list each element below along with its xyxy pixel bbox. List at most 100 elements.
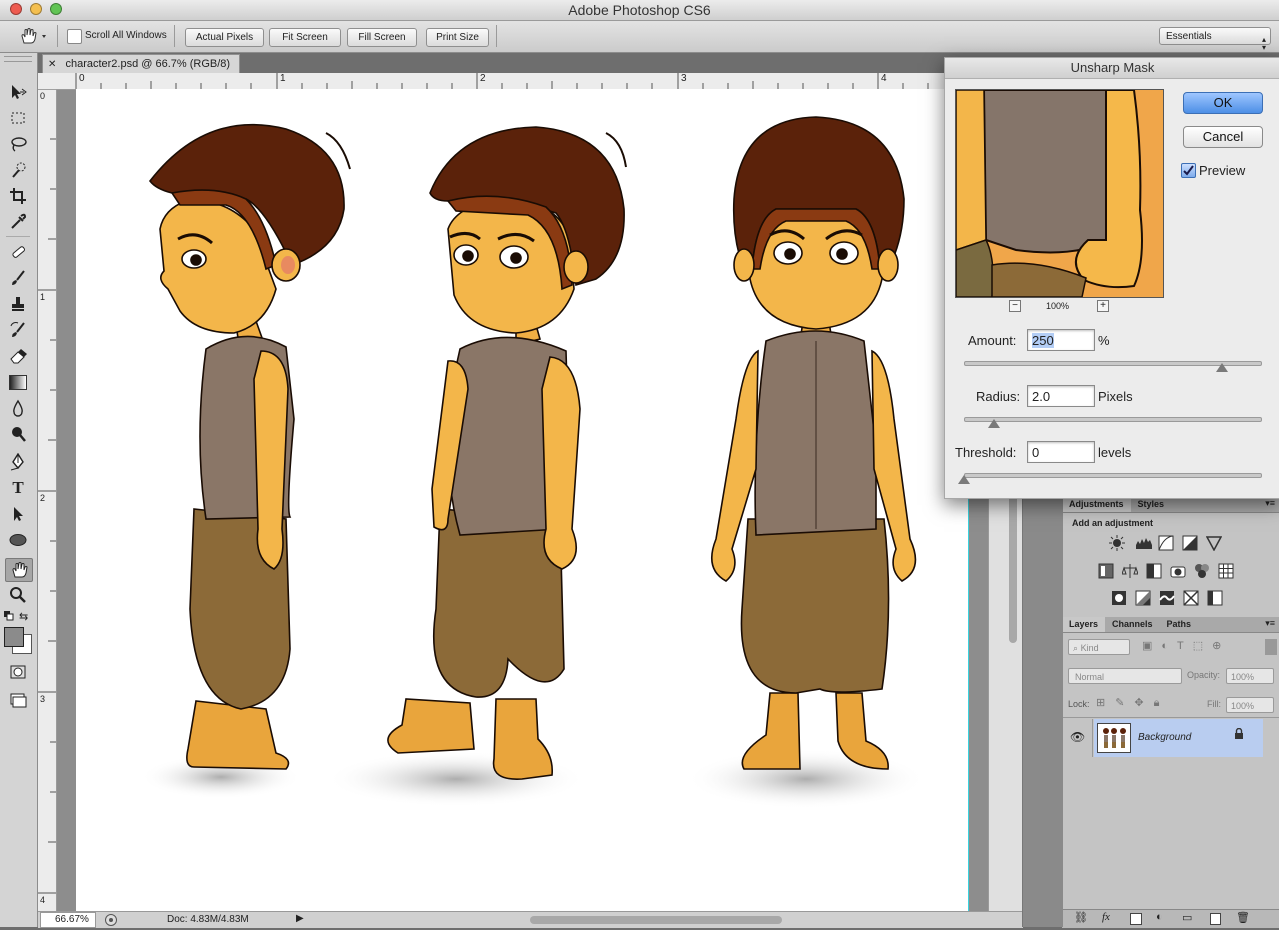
type-tool-icon[interactable]: T [5, 477, 31, 499]
radius-slider-track[interactable] [964, 417, 1262, 422]
amount-slider-thumb[interactable] [1215, 363, 1228, 372]
color-lookup-icon[interactable] [1218, 563, 1234, 579]
layer-row[interactable]: 👁︎ Background [1062, 719, 1279, 757]
threshold-slider-track[interactable] [964, 473, 1262, 478]
cancel-button[interactable]: Cancel [1183, 126, 1263, 148]
ellipse-tool-icon[interactable] [5, 529, 31, 551]
hand-tool-preset-icon[interactable] [18, 27, 48, 45]
blur-tool-icon[interactable] [5, 397, 31, 419]
workspace-select[interactable]: Essentials ▴ ▾ [1159, 27, 1271, 52]
hand-tool-icon[interactable] [5, 558, 33, 582]
levels-icon[interactable] [1135, 535, 1153, 551]
zoom-out-icon[interactable]: − [1009, 300, 1021, 312]
checkmark-icon [1183, 165, 1194, 176]
tab-adjustments[interactable]: Adjustments [1062, 497, 1131, 512]
vertical-ruler[interactable]: 0 1 2 3 4 [38, 89, 57, 911]
radius-slider-thumb[interactable] [987, 419, 1000, 428]
threshold-slider-thumb[interactable] [958, 475, 970, 484]
filter-toggle[interactable] [1265, 639, 1277, 655]
horizontal-ruler[interactable]: 0 1 2 3 4 [56, 73, 988, 90]
vibrance-icon[interactable] [1205, 535, 1223, 552]
crop-tool-icon[interactable] [5, 185, 31, 207]
gradient-map-icon[interactable] [1207, 590, 1223, 606]
layer-filter-select[interactable]: ⌕ Kind [1068, 639, 1130, 655]
tab-layers[interactable]: Layers [1062, 617, 1106, 632]
healing-brush-tool-icon[interactable] [5, 241, 31, 263]
status-menu-arrow-icon[interactable]: ▶ [296, 913, 304, 924]
document-tab[interactable]: ✕ character2.psd @ 66.7% (RGB/8) [42, 54, 240, 73]
print-size-button[interactable]: Print Size [426, 28, 489, 47]
lasso-tool-icon[interactable] [5, 133, 31, 155]
opacity-field[interactable]: 100% [1226, 668, 1274, 684]
pen-tool-icon[interactable] [5, 451, 31, 473]
ruler-origin[interactable] [38, 73, 57, 90]
layer-filter-icons[interactable]: ▣◐T⬚⊕ [1142, 639, 1272, 655]
blend-mode-select[interactable]: Normal [1068, 668, 1182, 684]
fit-screen-button[interactable]: Fit Screen [269, 28, 341, 47]
color-balance-icon[interactable] [1121, 563, 1139, 579]
brightness-contrast-icon[interactable] [1109, 535, 1125, 551]
exposure-icon[interactable] [1182, 535, 1198, 551]
threshold-input[interactable]: 0 [1027, 441, 1095, 463]
panel-menu-icon[interactable]: ▾≡ [1265, 618, 1275, 629]
swap-colors-icon[interactable]: ⇆ [19, 610, 28, 623]
marquee-tool-icon[interactable] [5, 107, 31, 129]
zoom-in-icon[interactable]: + [1097, 300, 1109, 312]
preview-checkbox[interactable] [1181, 163, 1196, 178]
threshold-icon[interactable] [1159, 590, 1175, 606]
amount-input[interactable]: 250 [1027, 329, 1095, 351]
new-adjustment-layer-icon[interactable]: ◐ [1156, 911, 1163, 923]
tab-styles[interactable]: Styles [1131, 497, 1172, 512]
scroll-all-windows-checkbox[interactable] [67, 29, 82, 44]
layer-style-icon[interactable]: fx [1102, 911, 1110, 923]
layer-name[interactable]: Background [1138, 732, 1191, 743]
status-info-icon[interactable] [104, 913, 118, 927]
tab-paths[interactable]: Paths [1160, 617, 1199, 632]
zoom-tool-icon[interactable] [5, 584, 31, 606]
eye-visibility-icon[interactable]: 👁︎ [1070, 730, 1085, 744]
ok-button[interactable]: OK [1183, 92, 1263, 114]
right-panels: Adjustments Styles ▾≡ Add an adjustment L… [1062, 497, 1279, 928]
link-layers-icon[interactable]: ⛓︎ [1074, 911, 1088, 924]
gradient-tool-icon[interactable] [5, 371, 31, 393]
photo-filter-icon[interactable] [1170, 563, 1186, 579]
close-tab-icon[interactable]: ✕ [48, 59, 56, 70]
ruler-label: 1 [40, 292, 46, 302]
eraser-tool-icon[interactable] [5, 345, 31, 367]
delete-layer-icon[interactable]: 🗑︎ [1236, 911, 1250, 924]
curves-icon[interactable] [1158, 535, 1174, 551]
fill-field[interactable]: 100% [1226, 697, 1274, 713]
threshold-unit: levels [1098, 445, 1132, 460]
channel-mixer-icon[interactable] [1194, 563, 1210, 579]
default-colors-icon[interactable] [4, 611, 14, 621]
path-selection-tool-icon[interactable] [5, 503, 31, 525]
horizontal-scroll-thumb[interactable] [530, 916, 782, 924]
panel-menu-icon[interactable]: ▾≡ [1265, 498, 1275, 509]
preview-window[interactable] [955, 89, 1164, 298]
history-brush-tool-icon[interactable] [5, 319, 31, 341]
dodge-tool-icon[interactable] [5, 423, 31, 445]
invert-icon[interactable] [1111, 590, 1127, 606]
selective-color-icon[interactable] [1183, 590, 1199, 606]
brush-tool-icon[interactable] [5, 267, 31, 289]
foreground-color-swatch[interactable] [4, 627, 24, 647]
new-group-icon[interactable]: ▭ [1182, 911, 1192, 924]
posterize-icon[interactable] [1135, 590, 1151, 606]
fill-screen-button[interactable]: Fill Screen [347, 28, 417, 47]
tab-channels[interactable]: Channels [1105, 617, 1160, 632]
lock-options-icons[interactable]: ⊞✎✥🔒︎ [1096, 696, 1194, 710]
hue-saturation-icon[interactable] [1098, 563, 1114, 579]
clone-stamp-tool-icon[interactable] [5, 293, 31, 315]
move-tool-icon[interactable] [5, 81, 31, 103]
zoom-level-field[interactable]: 66.67% [40, 912, 96, 928]
radius-input[interactable]: 2.0 [1027, 385, 1095, 407]
actual-pixels-button[interactable]: Actual Pixels [185, 28, 264, 47]
black-white-icon[interactable] [1146, 563, 1162, 579]
eyedropper-tool-icon[interactable] [5, 211, 31, 233]
new-layer-icon[interactable] [1210, 913, 1221, 925]
add-mask-icon[interactable] [1130, 913, 1142, 925]
quick-selection-tool-icon[interactable] [5, 159, 31, 181]
quick-mask-icon[interactable] [5, 661, 31, 683]
screen-mode-icon[interactable] [5, 689, 31, 711]
document-canvas[interactable] [76, 89, 969, 911]
